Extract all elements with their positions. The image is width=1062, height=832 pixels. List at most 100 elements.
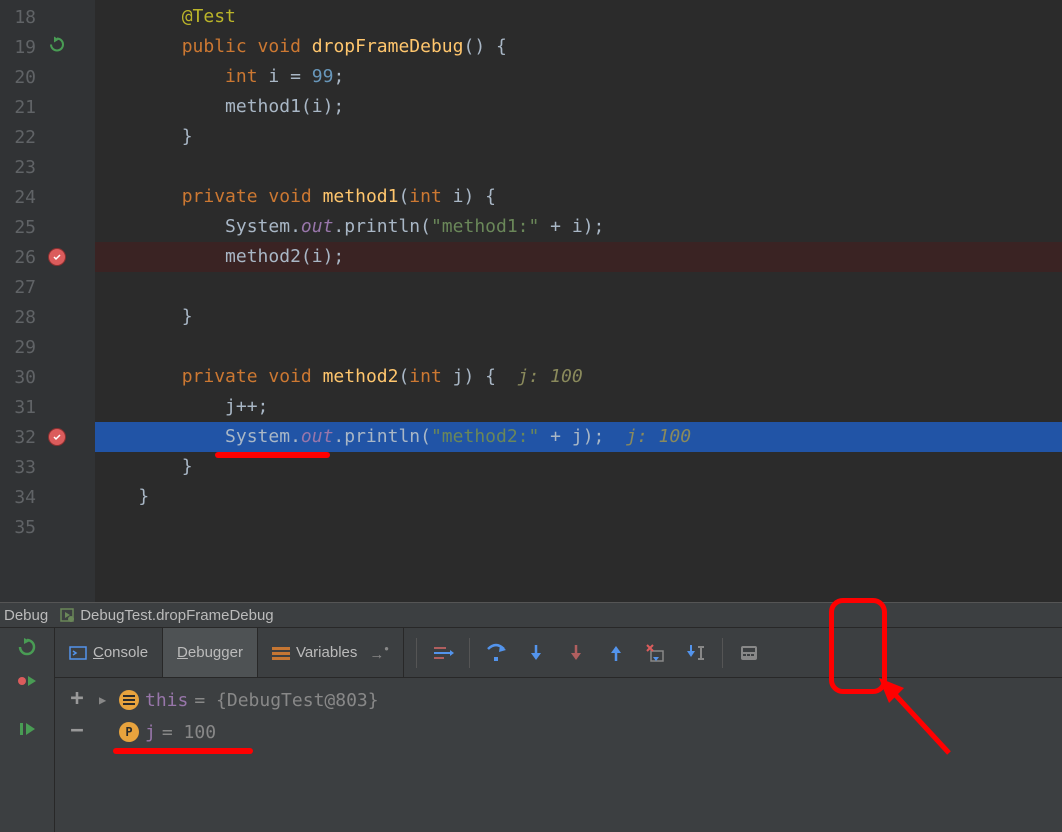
tab-console[interactable]: Console: [55, 628, 163, 677]
code-line[interactable]: System.out.println("method2:" + j); j: 1…: [95, 422, 1062, 452]
breakpoint-icon[interactable]: [48, 248, 66, 266]
code-line[interactable]: }: [95, 482, 1062, 512]
line-number: 23: [0, 157, 40, 178]
tab-variables[interactable]: Variables →•: [258, 628, 404, 677]
variable-name: j: [145, 722, 156, 743]
gutter-line[interactable]: 24: [0, 182, 95, 212]
run-gutter-icon[interactable]: [48, 36, 66, 59]
show-execution-point-button[interactable]: [425, 635, 461, 671]
gutter-line[interactable]: 26: [0, 242, 95, 272]
variable-name: this: [145, 690, 188, 711]
line-number: 34: [0, 487, 40, 508]
resume-program-button[interactable]: [13, 714, 41, 744]
line-number: 24: [0, 187, 40, 208]
debug-label: Debug: [4, 607, 48, 624]
editor-gutter[interactable]: 18 19 20 21 22 23 24 25 26 27 28 29 30 31 32 33 34 35: [0, 0, 95, 602]
line-number: 33: [0, 457, 40, 478]
gutter-line[interactable]: 22: [0, 122, 95, 152]
console-icon: [69, 644, 87, 662]
line-number: 31: [0, 397, 40, 418]
variables-content[interactable]: ▶ this = {DebugTest@803} Pj = 100: [99, 678, 1062, 832]
remove-watch-button[interactable]: −: [65, 718, 89, 742]
debug-panel: Console Debugger Variables →•: [0, 628, 1062, 832]
code-line[interactable]: [95, 332, 1062, 362]
line-number: 26: [0, 247, 40, 268]
code-line[interactable]: [95, 512, 1062, 542]
tab-debugger[interactable]: Debugger: [163, 628, 258, 677]
variable-row[interactable]: Pj = 100: [99, 716, 1062, 748]
variable-value: = 100: [162, 722, 216, 743]
gutter-line[interactable]: 35: [0, 512, 95, 542]
force-step-into-button[interactable]: [558, 635, 594, 671]
line-number: 29: [0, 337, 40, 358]
code-line[interactable]: }: [95, 452, 1062, 482]
gutter-line[interactable]: 33: [0, 452, 95, 482]
gutter-line[interactable]: 28: [0, 302, 95, 332]
line-number: 22: [0, 127, 40, 148]
code-area[interactable]: @Test public void dropFrameDebug() { int…: [95, 0, 1062, 602]
code-line[interactable]: private void method2(int j) { j: 100: [95, 362, 1062, 392]
tree-toggle-icon[interactable]: ▶: [99, 693, 113, 707]
rerun-button[interactable]: [13, 632, 41, 662]
debug-tool-window-title: Debug DebugTest.dropFrameDebug: [0, 602, 1062, 628]
tab-pin-icon: →•: [369, 642, 388, 663]
code-line[interactable]: [95, 152, 1062, 182]
line-number: 30: [0, 367, 40, 388]
debug-left-toolbar: [0, 628, 55, 832]
gutter-line[interactable]: 31: [0, 392, 95, 422]
line-number: 21: [0, 97, 40, 118]
code-line[interactable]: method2(i);: [95, 242, 1062, 272]
gutter-line[interactable]: 25: [0, 212, 95, 242]
step-over-button[interactable]: [478, 635, 514, 671]
gutter-line[interactable]: 19: [0, 32, 95, 62]
code-line[interactable]: }: [95, 122, 1062, 152]
gutter-line[interactable]: 30: [0, 362, 95, 392]
line-number: 35: [0, 517, 40, 538]
code-line[interactable]: int i = 99;: [95, 62, 1062, 92]
code-editor: 18 19 20 21 22 23 24 25 26 27 28 29 30 31 32 33 34 35 @Te…: [0, 0, 1062, 602]
step-out-button[interactable]: [598, 635, 634, 671]
gutter-line[interactable]: 20: [0, 62, 95, 92]
gutter-line[interactable]: 23: [0, 152, 95, 182]
line-number: 32: [0, 427, 40, 448]
run-config-name: DebugTest.dropFrameDebug: [80, 607, 273, 624]
step-into-button[interactable]: [518, 635, 554, 671]
line-number: 19: [0, 37, 40, 58]
line-number: 20: [0, 67, 40, 88]
run-config-icon: [58, 606, 76, 624]
gutter-line[interactable]: 32: [0, 422, 95, 452]
gutter-line[interactable]: 34: [0, 482, 95, 512]
code-line[interactable]: private void method1(int i) {: [95, 182, 1062, 212]
code-line[interactable]: System.out.println("method1:" + i);: [95, 212, 1062, 242]
line-number: 18: [0, 7, 40, 28]
line-number: 27: [0, 277, 40, 298]
evaluate-expression-button[interactable]: [731, 635, 767, 671]
line-number: 25: [0, 217, 40, 238]
code-line[interactable]: [95, 272, 1062, 302]
gutter-line[interactable]: 21: [0, 92, 95, 122]
field-badge-icon: [119, 690, 139, 710]
add-watch-button[interactable]: +: [65, 686, 89, 710]
gutter-line[interactable]: 27: [0, 272, 95, 302]
gutter-line[interactable]: 18: [0, 2, 95, 32]
param-badge-icon: P: [119, 722, 139, 742]
breakpoint-icon[interactable]: [48, 428, 66, 446]
code-line[interactable]: @Test: [95, 2, 1062, 32]
variables-panel: + − ▶ this = {DebugTest@803} Pj = 100: [55, 678, 1062, 832]
code-line[interactable]: }: [95, 302, 1062, 332]
line-number: 28: [0, 307, 40, 328]
gutter-line[interactable]: 29: [0, 332, 95, 362]
annotation-underline-var: [113, 748, 253, 754]
variable-value: = {DebugTest@803}: [194, 690, 378, 711]
debug-right-panel: Console Debugger Variables →•: [55, 628, 1062, 832]
variable-row[interactable]: ▶ this = {DebugTest@803}: [99, 684, 1062, 716]
resume-button[interactable]: [13, 666, 41, 696]
tab-variables-label: Variables: [296, 644, 357, 661]
code-line[interactable]: method1(i);: [95, 92, 1062, 122]
drop-frame-button[interactable]: [638, 635, 674, 671]
variables-gutter: + −: [55, 678, 99, 832]
debug-toolbar: Console Debugger Variables →•: [55, 628, 1062, 678]
run-to-cursor-button[interactable]: [678, 635, 714, 671]
code-line[interactable]: public void dropFrameDebug() {: [95, 32, 1062, 62]
code-line[interactable]: j++;: [95, 392, 1062, 422]
